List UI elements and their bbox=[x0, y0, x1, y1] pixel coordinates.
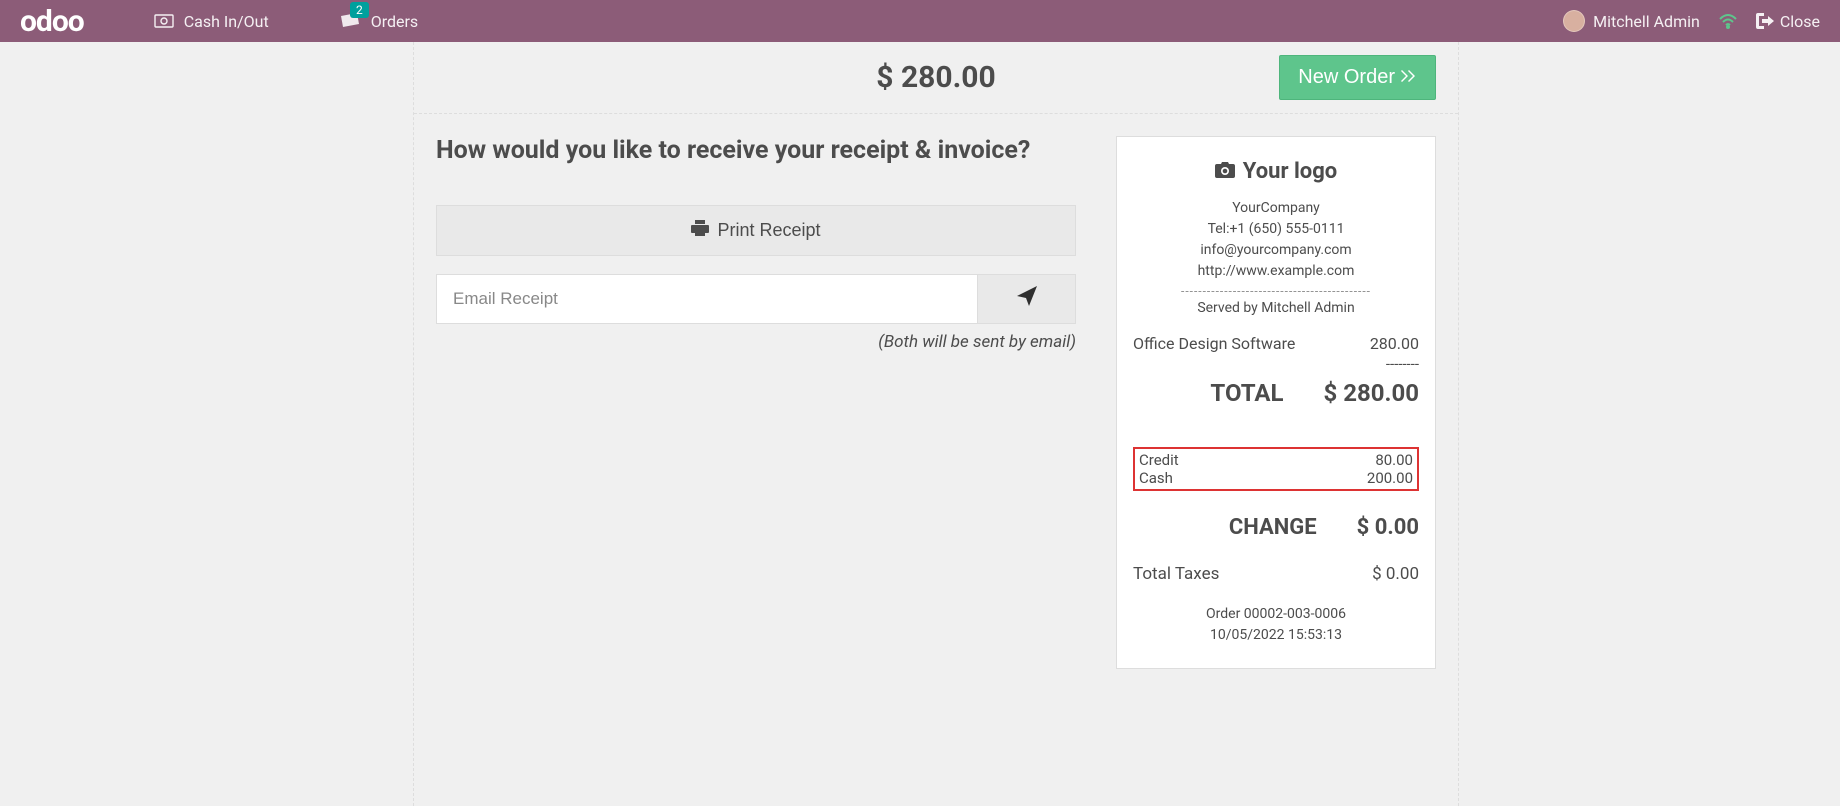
served-by: Served by Mitchell Admin bbox=[1133, 300, 1419, 316]
payment-methods-box: Credit 80.00 Cash 200.00 bbox=[1133, 447, 1419, 491]
user-name: Mitchell Admin bbox=[1593, 12, 1700, 31]
orders-label: Orders bbox=[371, 12, 418, 31]
right-gutter bbox=[1458, 42, 1840, 806]
cash-in-out-button[interactable]: Cash In/Out bbox=[154, 12, 269, 31]
chevron-double-right-icon bbox=[1401, 66, 1417, 89]
order-reference: Order 00002-003-0006 bbox=[1133, 604, 1419, 625]
left-gutter bbox=[0, 42, 414, 806]
subtotal-dashes: -------- bbox=[1133, 355, 1419, 373]
total-label: TOTAL bbox=[1210, 379, 1283, 407]
payment-amount: 80.00 bbox=[1375, 451, 1413, 469]
payment-name: Cash bbox=[1139, 469, 1173, 487]
top-row: $ 280.00 New Order bbox=[414, 42, 1458, 114]
taxes-value: $ 0.00 bbox=[1372, 564, 1419, 584]
total-value: $ 280.00 bbox=[1323, 379, 1419, 407]
receipt-preview: Your logo YourCompany Tel:+1 (650) 555-0… bbox=[1116, 136, 1436, 669]
new-order-label: New Order bbox=[1298, 66, 1395, 89]
wifi-icon bbox=[1718, 13, 1738, 29]
taxes-label: Total Taxes bbox=[1133, 564, 1219, 584]
user-menu[interactable]: Mitchell Admin bbox=[1563, 10, 1700, 32]
logo-text: Your logo bbox=[1243, 159, 1337, 184]
payment-line: Credit 80.00 bbox=[1139, 451, 1413, 469]
cash-icon bbox=[154, 14, 174, 28]
send-email-button[interactable] bbox=[977, 275, 1075, 323]
orders-badge: 2 bbox=[350, 2, 369, 18]
print-label: Print Receipt bbox=[717, 220, 820, 241]
print-receipt-button[interactable]: Print Receipt bbox=[436, 205, 1076, 256]
payment-line: Cash 200.00 bbox=[1139, 469, 1413, 487]
company-url: http://www.example.com bbox=[1133, 261, 1419, 282]
order-line: Office Design Software 280.00 bbox=[1133, 334, 1419, 353]
sign-out-icon bbox=[1756, 13, 1774, 29]
ticket-icon: 2 bbox=[339, 12, 361, 30]
line-name: Office Design Software bbox=[1133, 334, 1295, 353]
change-value: $ 0.00 bbox=[1357, 515, 1419, 540]
camera-icon bbox=[1215, 159, 1235, 184]
new-order-button[interactable]: New Order bbox=[1279, 55, 1436, 100]
company-tel: Tel:+1 (650) 555-0111 bbox=[1133, 219, 1419, 240]
email-receipt-input[interactable] bbox=[437, 275, 977, 323]
divider-dashes: ----------------------------------------… bbox=[1133, 284, 1419, 298]
order-amount: $ 280.00 bbox=[876, 60, 995, 95]
printer-icon bbox=[691, 220, 709, 241]
close-label: Close bbox=[1780, 12, 1820, 31]
email-hint: (Both will be sent by email) bbox=[436, 332, 1076, 352]
company-email: info@yourcompany.com bbox=[1133, 240, 1419, 261]
top-navbar: odoo Cash In/Out 2 Orders Mitchell Admin… bbox=[0, 0, 1840, 42]
company-name: YourCompany bbox=[1133, 198, 1419, 219]
connection-status[interactable] bbox=[1718, 13, 1738, 29]
avatar bbox=[1563, 10, 1585, 32]
orders-button[interactable]: 2 Orders bbox=[339, 12, 418, 31]
paper-plane-icon bbox=[1017, 286, 1037, 312]
payment-name: Credit bbox=[1139, 451, 1179, 469]
payment-amount: 200.00 bbox=[1367, 469, 1413, 487]
line-amount: 280.00 bbox=[1370, 334, 1419, 353]
receipt-question: How would you like to receive your recei… bbox=[436, 136, 1076, 165]
cash-label: Cash In/Out bbox=[184, 12, 269, 31]
brand-logo[interactable]: odoo bbox=[20, 4, 84, 39]
order-date: 10/05/2022 15:53:13 bbox=[1133, 625, 1419, 646]
close-button[interactable]: Close bbox=[1756, 12, 1820, 31]
change-label: CHANGE bbox=[1229, 515, 1317, 540]
